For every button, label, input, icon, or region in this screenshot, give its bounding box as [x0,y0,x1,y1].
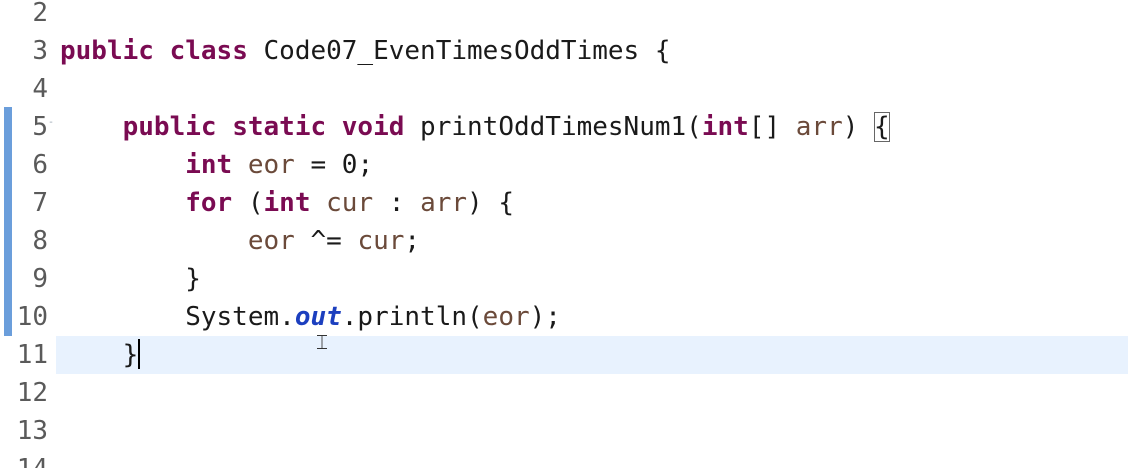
code-token: cur [326,188,374,218]
code-text[interactable]: int eor = 0; [60,146,373,184]
code-token: } [60,340,139,370]
line-number: 13 [16,416,48,446]
line-number: 12 [16,378,48,408]
line-number-gutter[interactable]: 8 [0,222,56,260]
code-text[interactable]: eor ^= cur; [60,222,420,260]
code-text[interactable]: public static void printOddTimesNum1(int… [60,108,890,146]
line-number-gutter[interactable]: 9 [0,260,56,298]
code-line[interactable]: 4 [0,70,1128,108]
code-token: ) { [467,188,515,218]
code-line[interactable]: 10 System.out.println(eor); [0,298,1128,336]
code-token: = 0; [294,150,374,180]
code-line[interactable]: 3 public class Code07_EvenTimesOddTimes { [0,32,1128,70]
line-number-gutter[interactable]: 13 [0,412,56,450]
code-line[interactable]: 11 } [0,336,1128,374]
code-token: int [185,150,233,180]
line-number: 7 [32,188,48,218]
code-token: ; [404,226,421,256]
line-number-gutter[interactable]: 6 [0,146,56,184]
line-number-gutter[interactable]: 3 [0,32,56,70]
line-number: 8 [32,226,48,256]
line-number-gutter[interactable]: 10 [0,298,56,336]
code-token: System. [60,302,295,332]
code-token: printOddTimesNum1( [404,112,702,142]
line-number: 2 [32,0,48,28]
code-token: ^= [294,226,358,256]
line-number-gutter[interactable]: 5- [0,108,56,146]
code-line[interactable]: 2 [0,0,1128,32]
code-token: int [701,112,749,142]
line-number: 10 [16,302,48,332]
code-token: : [373,188,421,218]
code-token: .println( [341,302,483,332]
code-token: eor [247,150,295,180]
code-token: eor [247,226,295,256]
code-line[interactable]: 5- public static void printOddTimesNum1(… [0,108,1128,146]
line-number-gutter[interactable]: 14 [0,450,56,468]
code-token: public [60,36,154,66]
code-line[interactable]: 14 [0,450,1128,468]
code-line[interactable]: 9 } [0,260,1128,298]
line-number: 11 [16,340,48,370]
code-text[interactable]: System.out.println(eor); [60,298,561,336]
code-text[interactable]: } [60,260,201,298]
code-token: arr [420,188,468,218]
code-token: Code07_EvenTimesOddTimes { [247,36,671,66]
line-number: 4 [32,74,48,104]
code-line[interactable]: 12 [0,374,1128,412]
code-token: int [263,188,311,218]
code-token: for [185,188,233,218]
code-token: public [122,112,217,142]
code-token: [] [748,112,796,142]
code-line[interactable]: 8 eor ^= cur; [0,222,1128,260]
text-caret [138,339,141,369]
code-token: out [294,302,342,332]
line-number: 5 [32,112,48,142]
code-token: void [341,112,405,142]
text-ibeam-cursor-icon: ⌶ [316,330,328,354]
line-number: 3 [32,36,48,66]
code-text[interactable]: for (int cur : arr) { [60,184,514,222]
code-text[interactable]: } [60,336,141,374]
line-number-gutter[interactable]: 4 [0,70,56,108]
code-token: eor [482,302,530,332]
code-token: static [232,112,327,142]
code-token: ( [232,188,264,218]
code-token: cur [357,226,405,256]
code-line[interactable]: 7 for (int cur : arr) { [0,184,1128,222]
code-token: } [60,264,201,294]
code-line[interactable]: 6 int eor = 0; [0,146,1128,184]
code-token: class [169,36,248,66]
fold-toggle-icon[interactable]: - [48,104,54,142]
code-text[interactable]: public class Code07_EvenTimesOddTimes { [60,32,671,70]
line-number-gutter[interactable]: 12 [0,374,56,412]
line-number-gutter[interactable]: 7 [0,184,56,222]
code-token: ); [529,302,561,332]
line-number-gutter[interactable]: 11 [0,336,56,374]
matching-brace: { [874,112,890,142]
line-number: 9 [32,264,48,294]
line-number: 14 [17,450,48,468]
code-token: ) [842,112,875,142]
code-line[interactable]: 13 [0,412,1128,450]
line-number: 6 [32,150,48,180]
code-token: arr [795,112,843,142]
line-number-gutter[interactable]: 2 [0,0,56,32]
code-editor[interactable]: 2 3 public class Code07_EvenTimesOddTimes … [0,0,1128,468]
